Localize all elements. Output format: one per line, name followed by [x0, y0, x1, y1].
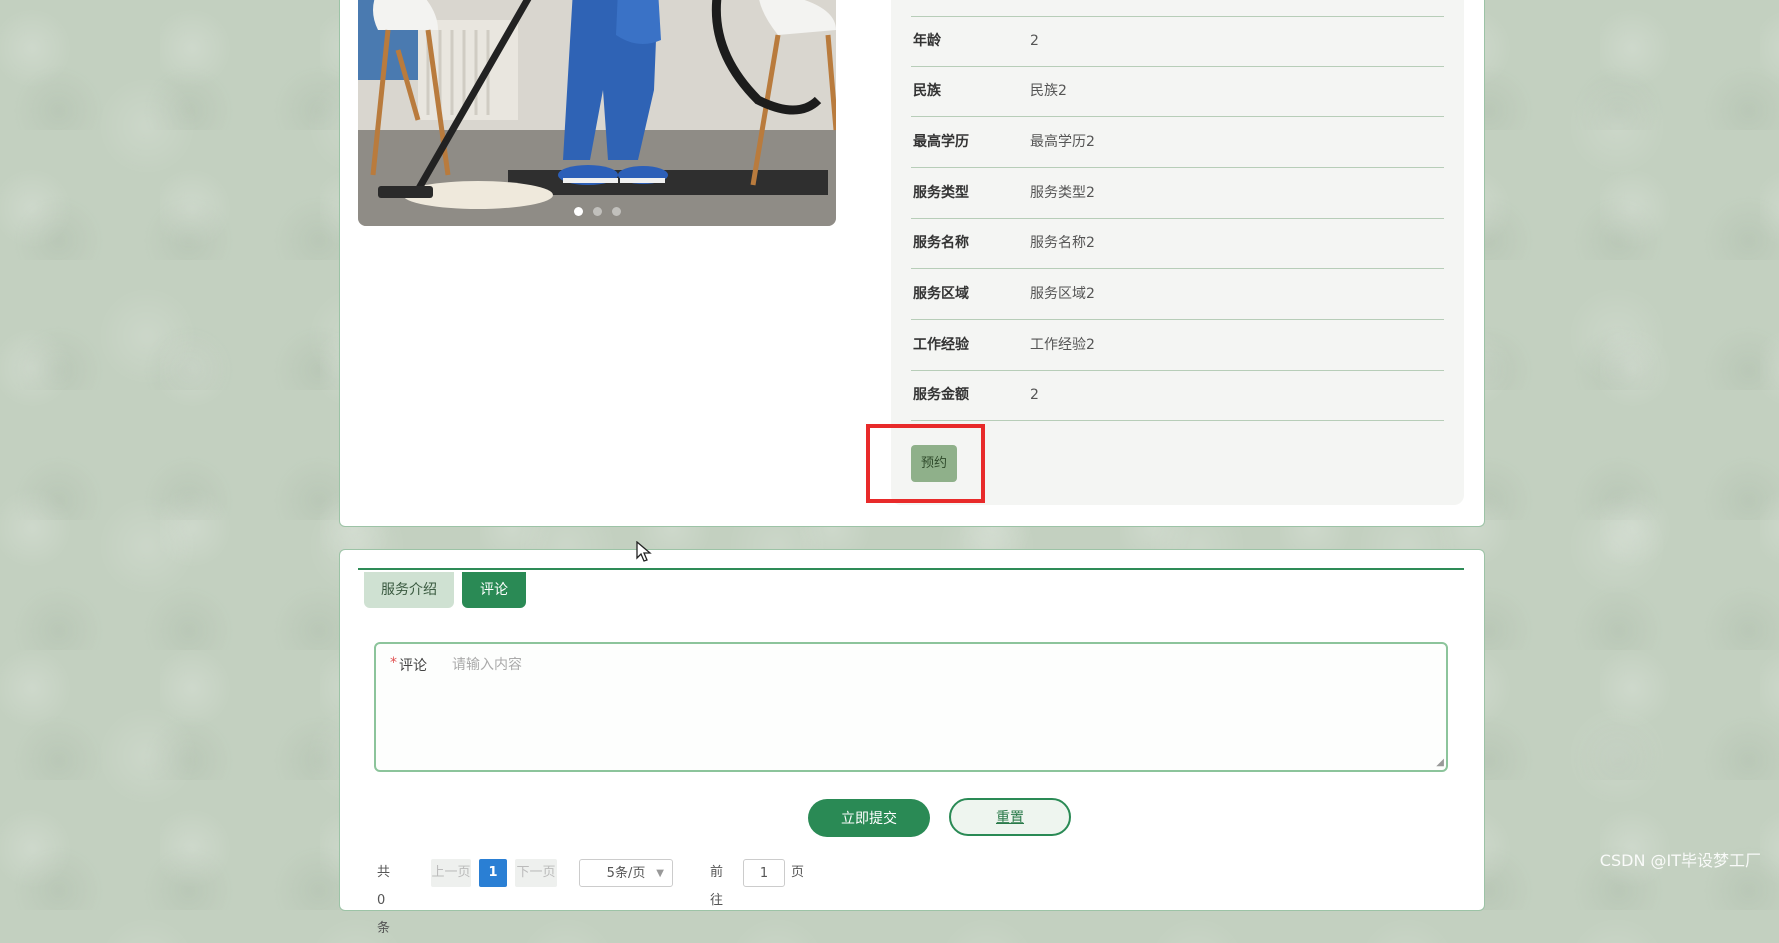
info-label: 服务名称	[913, 235, 969, 251]
tab-comments[interactable]: 评论	[462, 572, 526, 608]
carousel-dot[interactable]	[592, 207, 602, 216]
info-row-ethnicity: 民族 民族2	[911, 66, 1444, 117]
info-value: 2	[1030, 387, 1039, 403]
info-row-service-area: 服务区域 服务区域2	[911, 269, 1444, 320]
info-row-education: 最高学历 最高学历2	[911, 117, 1444, 168]
comment-label: 评论	[399, 658, 427, 674]
carousel-indicators	[358, 207, 836, 216]
resize-grip-icon[interactable]: ◢	[1436, 757, 1444, 768]
watermark: CSDN @IT毕设梦工厂	[1599, 851, 1761, 870]
carousel-dot[interactable]	[573, 207, 583, 216]
required-mark: *	[390, 655, 397, 671]
info-row-service-name: 服务名称 服务名称2	[911, 218, 1444, 269]
info-value: 最高学历2	[1030, 134, 1095, 150]
info-label: 年龄	[913, 33, 941, 49]
submit-button[interactable]: 立即提交	[808, 799, 930, 837]
reset-button[interactable]: 重置	[949, 798, 1071, 836]
carousel-dot[interactable]	[611, 207, 621, 216]
tab-divider	[358, 568, 1464, 570]
info-value: 工作经验2	[1030, 337, 1095, 353]
info-label: 服务金额	[913, 387, 969, 403]
info-value: 2	[1030, 33, 1039, 49]
service-photo	[358, 0, 836, 226]
info-label: 民族	[913, 83, 941, 99]
info-row-price: 服务金额 2	[911, 370, 1444, 421]
highlight-annotation-box	[866, 424, 985, 503]
info-label: 工作经验	[913, 337, 969, 353]
info-row-cutoff	[911, 0, 1444, 17]
tab-service-intro[interactable]: 服务介绍	[364, 572, 454, 608]
page-size-value: 5条/页	[606, 866, 646, 881]
info-value: 服务区域2	[1030, 286, 1095, 302]
info-value: 服务类型2	[1030, 185, 1095, 201]
info-row-experience: 工作经验 工作经验2	[911, 320, 1444, 371]
mouse-cursor-icon	[636, 541, 652, 562]
comment-textarea[interactable]	[448, 650, 1441, 770]
comment-form-field: * 评论 ◢	[374, 642, 1448, 772]
chevron-down-icon: ▼	[656, 868, 664, 879]
info-row-service-type: 服务类型 服务类型2	[911, 168, 1444, 219]
info-label: 最高学历	[913, 134, 969, 150]
info-label: 服务区域	[913, 286, 969, 302]
service-image-carousel[interactable]	[358, 0, 836, 226]
info-row-age: 年龄 2	[911, 16, 1444, 67]
info-value: 民族2	[1030, 83, 1067, 99]
info-label: 服务类型	[913, 185, 969, 201]
info-value: 服务名称2	[1030, 235, 1095, 251]
comment-card: 服务介绍 评论 * 评论 ◢ 立即提交 重置 共 0 条 上一页 1 下一页 5…	[339, 549, 1485, 936]
